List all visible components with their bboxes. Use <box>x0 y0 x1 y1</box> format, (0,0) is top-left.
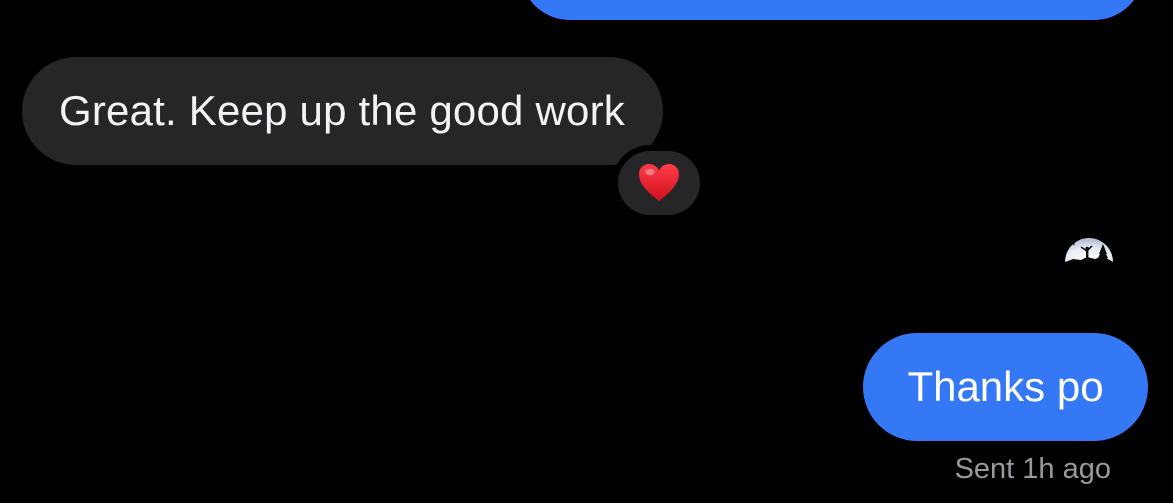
received-message-bubble[interactable]: Great. Keep up the good work <box>22 57 663 165</box>
reaction-pill <box>618 151 700 215</box>
message-thread: Great. Keep up the good work Thanks po S… <box>0 0 1173 503</box>
sent-message-bubble[interactable]: Thanks po <box>863 333 1148 441</box>
sent-message-bubble-previous[interactable] <box>520 0 1144 20</box>
heart-icon <box>638 163 680 203</box>
message-status: Sent 1h ago <box>954 453 1111 485</box>
avatar-icon <box>1063 232 1115 264</box>
received-message-text: Great. Keep up the good work <box>59 87 625 134</box>
sent-message-text: Thanks po <box>907 363 1104 410</box>
message-reaction[interactable] <box>612 145 706 221</box>
